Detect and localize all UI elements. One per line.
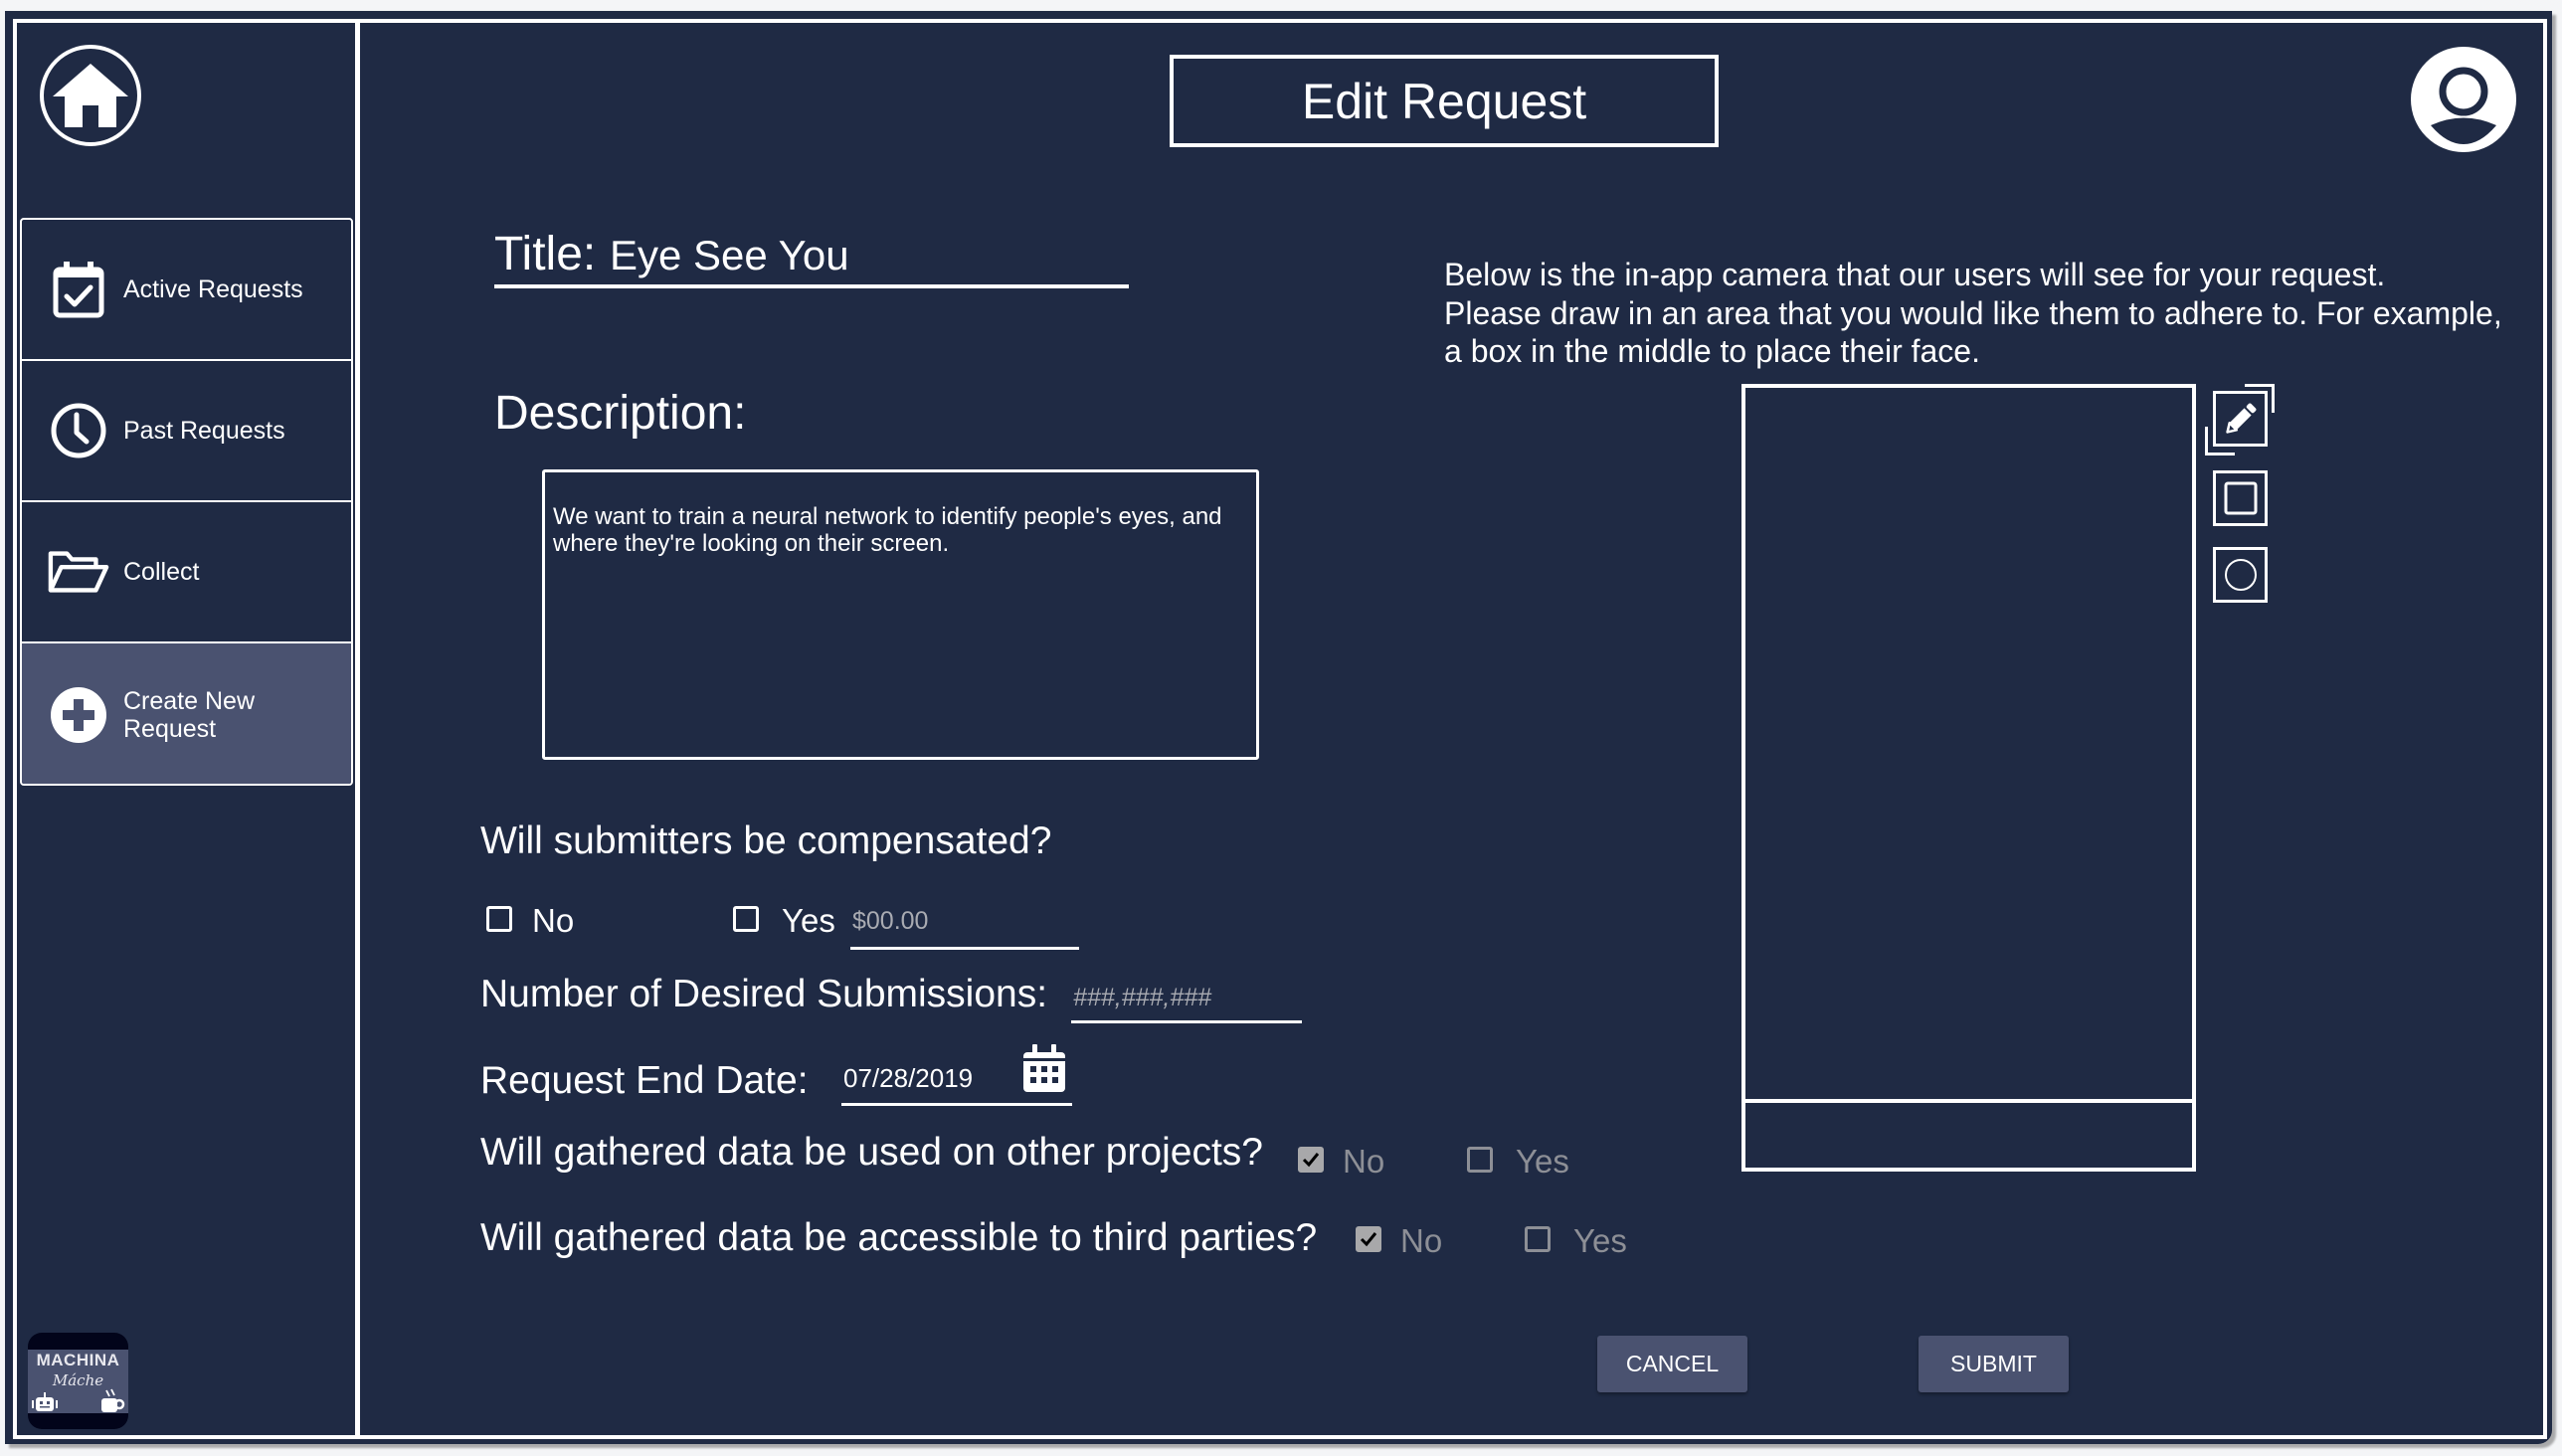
camera-instructions-line: a box in the middle to place their face. <box>1444 333 1980 369</box>
user-circle-icon <box>2411 47 2516 152</box>
sidebar-item-active-requests[interactable]: Active Requests <box>22 220 351 361</box>
third-parties-yes-checkbox[interactable] <box>1525 1226 1551 1252</box>
description-textarea[interactable]: We want to train a neural network to ide… <box>542 469 1259 760</box>
sidebar-item-label: Create New Request <box>123 686 255 743</box>
sidebar-item-label: Collect <box>123 558 200 586</box>
title-label: Title: <box>494 228 597 280</box>
checkmark-icon <box>1302 1153 1320 1168</box>
circle-icon <box>2224 559 2257 591</box>
compensation-no-label: No <box>532 902 575 939</box>
folder-open-icon <box>48 541 109 603</box>
logo-subtitle: Máche <box>52 1371 104 1389</box>
calendar-check-icon <box>48 259 109 320</box>
compensation-amount-input[interactable] <box>850 895 1079 950</box>
calendar-icon <box>1023 1044 1065 1092</box>
plus-circle-icon <box>48 684 109 746</box>
compensation-question: Will submitters be compensated? <box>480 819 1052 862</box>
page-title: Edit Request <box>1170 55 1719 147</box>
other-projects-no-checkbox[interactable] <box>1298 1147 1324 1173</box>
home-button[interactable] <box>40 45 141 146</box>
sidebar-nav: Active Requests Past Requests Collect Cr… <box>20 218 353 786</box>
square-icon <box>2224 481 2257 515</box>
page-title-text: Edit Request <box>1301 73 1587 129</box>
checkmark-icon <box>1360 1232 1377 1247</box>
rectangle-tool-button[interactable] <box>2213 470 2268 526</box>
pencil-icon <box>2225 403 2256 434</box>
title-input[interactable] <box>610 233 1117 278</box>
camera-instructions-line: Please draw in an area that you would li… <box>1444 294 2502 331</box>
camera-instructions-line: Below is the in-app camera that our user… <box>1444 257 2386 292</box>
sidebar-item-label: Active Requests <box>123 275 303 303</box>
other-projects-yes-checkbox[interactable] <box>1467 1147 1493 1173</box>
circle-tool-button[interactable] <box>2213 547 2268 603</box>
camera-preview-canvas[interactable] <box>1741 384 2196 1172</box>
user-avatar-button[interactable] <box>2411 47 2516 152</box>
sidebar-item-label: Past Requests <box>123 417 285 445</box>
logo-title: MACHINA <box>36 1351 120 1369</box>
third-parties-no-label: No <box>1400 1222 1443 1259</box>
submit-button[interactable]: SUBMIT <box>1919 1336 2069 1392</box>
home-icon <box>53 64 128 127</box>
robot-coffee-icon <box>32 1388 125 1412</box>
cancel-button[interactable]: CANCEL <box>1597 1336 1747 1392</box>
camera-instructions: Below is the in-app camera that our user… <box>1444 256 2518 371</box>
submissions-label: Number of Desired Submissions: <box>480 973 1048 1015</box>
third-parties-yes-label: Yes <box>1573 1222 1627 1259</box>
machina-mache-logo: MACHINA Máche <box>28 1333 128 1429</box>
title-field: Title: <box>494 227 1129 288</box>
third-parties-question: Will gathered data be accessible to thir… <box>480 1216 1318 1259</box>
clock-icon <box>48 400 109 461</box>
pencil-tool-button[interactable] <box>2213 391 2268 447</box>
compensation-yes-label: Yes <box>782 902 835 939</box>
sidebar-item-collect[interactable]: Collect <box>22 502 351 643</box>
sidebar-divider <box>355 19 360 1439</box>
sidebar-item-create-new-request[interactable]: Create New Request <box>22 643 351 784</box>
compensation-no-checkbox[interactable] <box>486 906 512 932</box>
other-projects-no-label: No <box>1343 1143 1385 1180</box>
camera-bottom-bar-divider <box>1745 1099 2192 1103</box>
third-parties-no-checkbox[interactable] <box>1356 1226 1381 1252</box>
sidebar-item-past-requests[interactable]: Past Requests <box>22 361 351 502</box>
compensation-yes-checkbox[interactable] <box>733 906 759 932</box>
other-projects-yes-label: Yes <box>1516 1143 1569 1180</box>
submissions-input[interactable] <box>1071 975 1302 1023</box>
date-picker-button[interactable] <box>1023 1044 1065 1092</box>
end-date-label: Request End Date: <box>480 1059 809 1102</box>
other-projects-question: Will gathered data be used on other proj… <box>480 1131 1263 1174</box>
description-label: Description: <box>494 387 747 440</box>
